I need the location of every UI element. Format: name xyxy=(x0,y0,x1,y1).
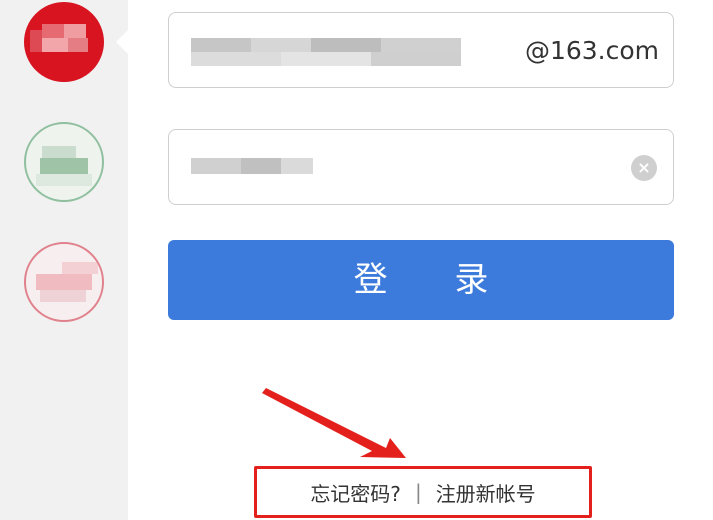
arrow-shape xyxy=(262,388,406,458)
red-arrow-annotation xyxy=(262,388,406,458)
link-separator: | xyxy=(414,480,422,504)
highlighted-links-box: 忘记密码? | 注册新帐号 xyxy=(254,466,592,518)
forgot-password-link[interactable]: 忘记密码? xyxy=(310,478,401,507)
register-link[interactable]: 注册新帐号 xyxy=(436,478,536,507)
login-panel: @163.com × 登 录 忘记密码? | 注册新帐号 xyxy=(0,0,713,520)
